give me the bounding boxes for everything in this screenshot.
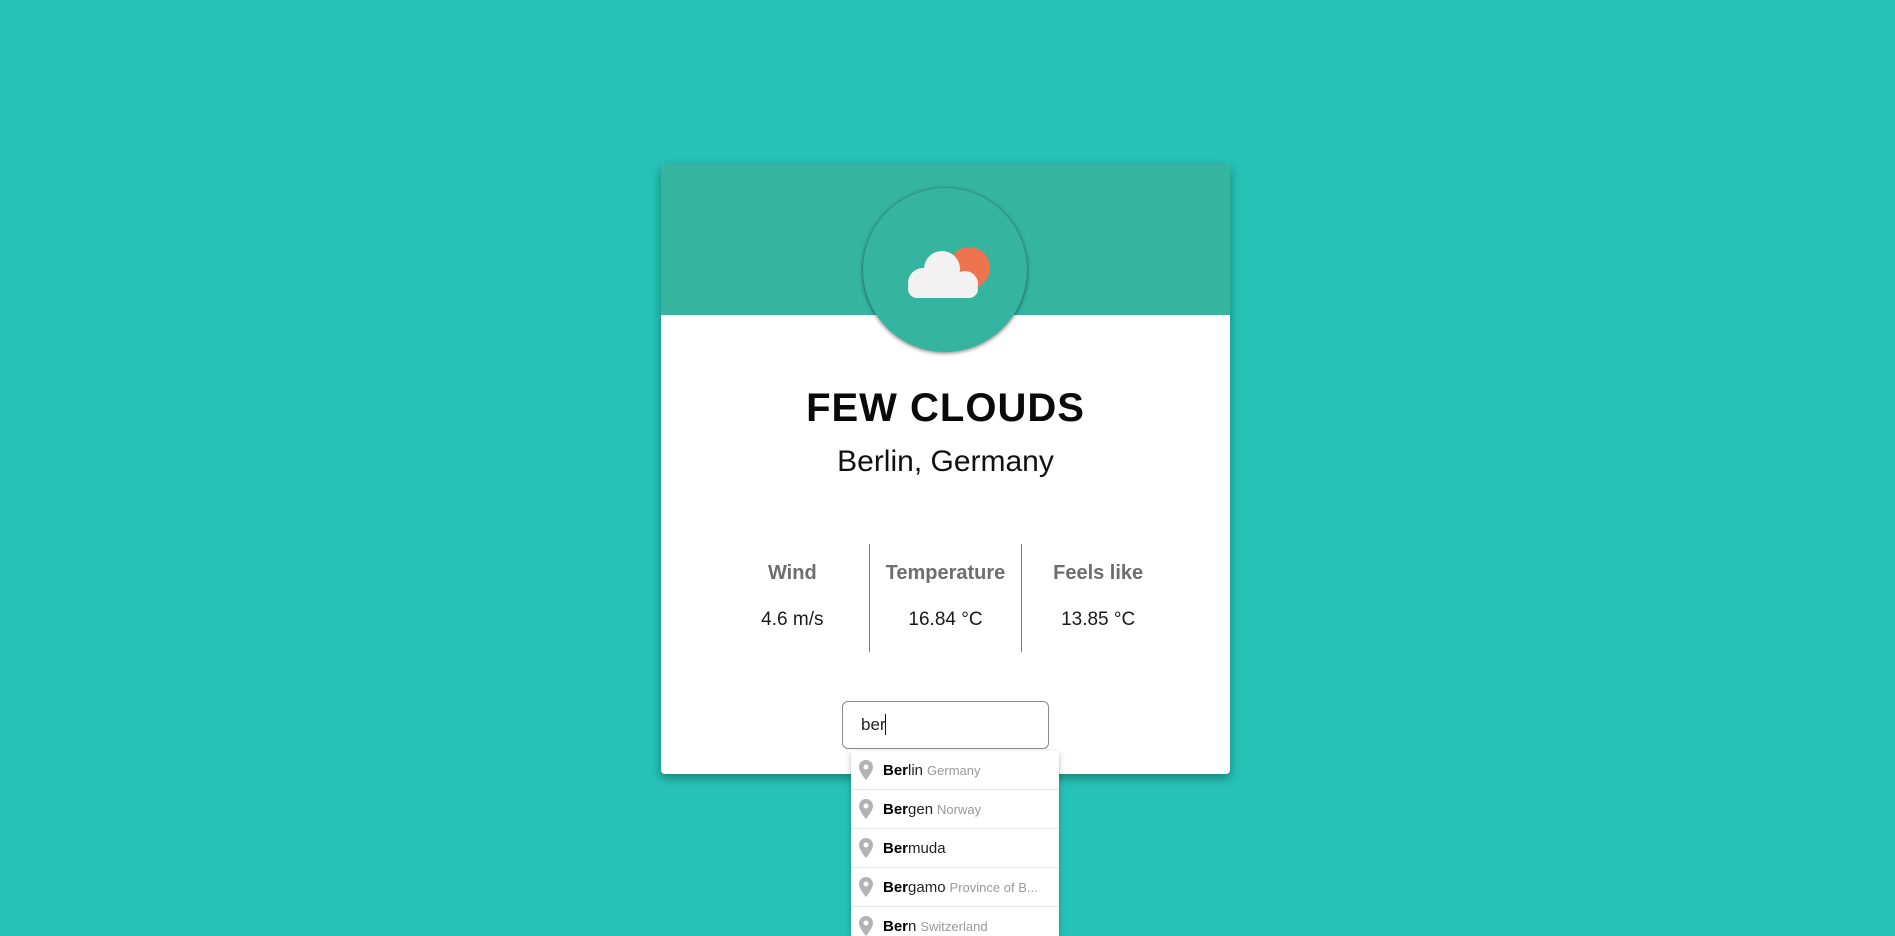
suggestion-country: Province of B...	[949, 879, 1038, 895]
text-cursor	[885, 714, 886, 735]
suggestion-item[interactable]: Ber gamo Province of B...	[851, 868, 1059, 907]
stat-feels-like: Feels like 13.85 °C	[1021, 544, 1174, 652]
map-pin-icon	[859, 760, 873, 780]
suggestion-rest: muda	[908, 839, 946, 857]
map-pin-icon	[859, 877, 873, 897]
weather-card: FEW CLOUDS Berlin, Germany Wind 4.6 m/s …	[661, 164, 1230, 774]
stat-temperature: Temperature 16.84 °C	[868, 544, 1022, 652]
suggestion-rest: gamo	[908, 878, 946, 896]
map-pin-icon	[859, 916, 873, 936]
stat-label: Wind	[767, 562, 817, 584]
autocomplete-dropdown: Ber lin Germany Ber gen Norway Ber muda Ber ga…	[851, 751, 1059, 936]
stat-label: Feels like	[1053, 562, 1144, 584]
suggestion-country: Norway	[937, 801, 982, 817]
suggestion-match: Ber	[883, 878, 909, 896]
suggestion-rest: gen	[908, 800, 934, 818]
suggestion-match: Ber	[883, 800, 909, 818]
suggestion-match: Ber	[883, 761, 909, 779]
map-pin-icon	[859, 838, 873, 858]
stat-value: 13.85 °C	[1061, 609, 1136, 630]
stat-value: 4.6 m/s	[761, 609, 824, 630]
stat-label: Temperature	[885, 562, 1006, 584]
weather-stats: Wind 4.6 m/s Temperature 16.84 °C Feels …	[716, 544, 1174, 652]
stat-wind: Wind 4.6 m/s	[716, 544, 869, 652]
suggestion-rest: lin	[908, 761, 924, 779]
few-clouds-icon	[908, 247, 990, 298]
suggestion-item[interactable]: Ber n Switzerland	[851, 907, 1059, 936]
suggestion-match: Ber	[883, 839, 909, 857]
suggestion-rest: n	[908, 917, 917, 935]
suggestion-match: Ber	[883, 917, 909, 935]
weather-icon-circle	[863, 188, 1027, 352]
weather-description: FEW CLOUDS	[806, 386, 1085, 430]
suggestion-item[interactable]: Ber gen Norway	[851, 790, 1059, 829]
suggestion-item[interactable]: Ber muda	[851, 829, 1059, 868]
suggestion-item[interactable]: Ber lin Germany	[851, 751, 1059, 790]
map-pin-icon	[859, 799, 873, 819]
stat-value: 16.84 °C	[908, 609, 983, 630]
weather-location: Berlin, Germany	[837, 445, 1054, 478]
city-search-input[interactable]	[842, 701, 1049, 749]
suggestion-country: Switzerland	[920, 918, 988, 934]
suggestion-country: Germany	[927, 762, 981, 778]
